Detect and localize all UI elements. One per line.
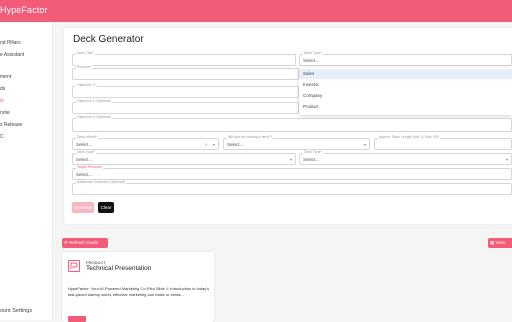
objective-3-label: Objective 3 (Optional) bbox=[76, 115, 112, 119]
clear-x-icon[interactable]: ✕ bbox=[205, 142, 208, 147]
deck-tone-label: Deck Tone* bbox=[303, 150, 323, 154]
deck-length-label: Approx. Deck Length (Min. 5, Max 30)* bbox=[378, 135, 441, 139]
deck-goal-label: Deck Goal* bbox=[76, 150, 96, 154]
objective-1-label: Objective 1* bbox=[76, 83, 97, 87]
deck-model-select[interactable]: Deck Model* Select... ✕ ▾ bbox=[72, 135, 219, 150]
deck-model-value: Select... bbox=[76, 142, 93, 147]
presentation-icon bbox=[68, 260, 80, 272]
sidebar-item-press-release[interactable]: s Release bbox=[0, 122, 22, 128]
chevron-down-icon[interactable]: ▾ bbox=[506, 157, 508, 162]
clear-button[interactable]: Clear bbox=[98, 202, 114, 213]
target-persona-value: Select... bbox=[76, 172, 93, 177]
writing-library-label: Will you be sharing a deck?* bbox=[227, 135, 274, 139]
deck-type-select[interactable]: Deck Type* Select... bbox=[299, 51, 512, 66]
deck-card-title: Technical Presentation bbox=[86, 265, 152, 272]
grid-icon: ▦ bbox=[490, 240, 495, 245]
additional-guidance-label: Additional Guidance (Optional) bbox=[76, 180, 126, 184]
refresh-cards-button[interactable]: ⟳ Refresh Cards bbox=[62, 238, 108, 248]
objective-2-label: Objective 2 (Optional) bbox=[76, 99, 112, 103]
view-label: View bbox=[495, 240, 506, 245]
additional-guidance-field[interactable]: Additional Guidance (Optional) bbox=[72, 180, 512, 195]
deck-type-value: Select... bbox=[303, 58, 320, 63]
deck-card-open-button[interactable] bbox=[68, 316, 86, 322]
deck-length-field[interactable]: Approx. Deck Length (Min. 5, Max 30)* bbox=[374, 135, 512, 150]
deck-tone-value: Select... bbox=[303, 157, 320, 162]
chevron-down-icon[interactable]: ▾ bbox=[213, 142, 215, 147]
deck-card-excerpt: HypeFactor: Your AI-Powered Marketing Co… bbox=[68, 286, 210, 297]
dropdown-option-company[interactable]: Company bbox=[299, 91, 512, 101]
sidebar-item-ds[interactable]: ds bbox=[0, 86, 5, 92]
deck-title-field[interactable]: Deck Title* bbox=[72, 51, 296, 66]
deck-type-dropdown: Sales Investor Company Product bbox=[299, 67, 512, 115]
target-persona-label: Target Persona* bbox=[76, 165, 104, 169]
page-title: Deck Generator bbox=[73, 34, 144, 45]
deck-goal-select[interactable]: Deck Goal* Select... ▾ bbox=[72, 150, 296, 165]
generate-button[interactable]: Generate bbox=[72, 202, 94, 213]
purpose-field[interactable]: Purpose* bbox=[72, 65, 299, 80]
refresh-cards-label: Refresh Cards bbox=[69, 240, 99, 245]
sidebar-item-assistant[interactable]: e Assistant bbox=[0, 52, 24, 58]
refresh-icon: ⟳ bbox=[64, 240, 68, 245]
top-bar: HypeFactor bbox=[0, 0, 512, 22]
deck-goal-value: Select... bbox=[76, 157, 93, 162]
writing-library-value: Select... bbox=[227, 142, 244, 147]
view-button[interactable]: ▦ View bbox=[488, 238, 512, 248]
sidebar-item-decks[interactable]: ts bbox=[0, 98, 4, 104]
chevron-down-icon[interactable]: ▾ bbox=[364, 142, 366, 147]
sidebar-item-note[interactable]: note bbox=[0, 110, 10, 116]
sidebar-item-c[interactable]: C bbox=[0, 134, 4, 140]
sidebar-item-brand-pillars[interactable]: nd Pillars bbox=[0, 40, 21, 46]
deck-title-label: Deck Title* bbox=[76, 51, 95, 55]
app-brand: HypeFactor bbox=[0, 5, 48, 15]
objective-3-field[interactable]: Objective 3 (Optional) bbox=[72, 115, 512, 132]
chevron-down-icon[interactable]: ▾ bbox=[290, 157, 292, 162]
dropdown-option-product[interactable]: Product bbox=[299, 102, 512, 112]
writing-library-select[interactable]: Will you be sharing a deck?* Select... ▾ bbox=[223, 135, 370, 150]
deck-tone-select[interactable]: Deck Tone* Select... ▾ bbox=[299, 150, 512, 165]
dropdown-option-sales[interactable]: Sales bbox=[299, 69, 512, 79]
objective-1-field[interactable]: Objective 1* bbox=[72, 83, 299, 98]
deck-type-label: Deck Type* bbox=[303, 51, 323, 55]
deck-model-label: Deck Model* bbox=[76, 135, 98, 139]
objective-2-field[interactable]: Objective 2 (Optional) bbox=[72, 99, 299, 114]
target-persona-select[interactable]: Target Persona* Select... bbox=[72, 165, 512, 180]
dropdown-option-investor[interactable]: Investor bbox=[299, 80, 512, 90]
sidebar-account-settings[interactable]: ount Settings bbox=[0, 308, 32, 314]
sidebar: nd Pillars e Assistant ment ds ts note s… bbox=[0, 22, 53, 320]
purpose-label: Purpose* bbox=[76, 65, 93, 69]
sidebar-item-ment[interactable]: ment bbox=[0, 74, 11, 80]
